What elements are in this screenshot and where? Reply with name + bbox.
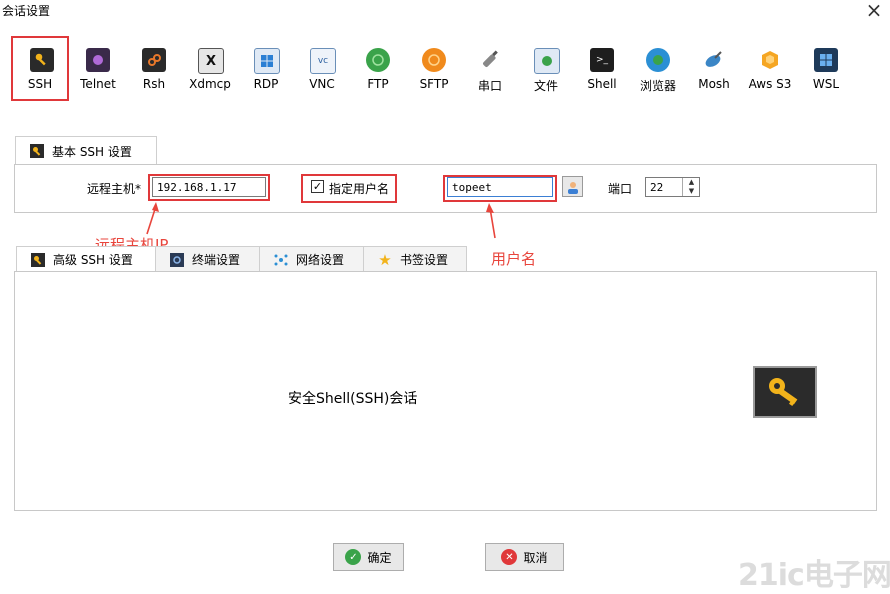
key-icon: [30, 48, 54, 72]
star-icon: ★: [378, 250, 392, 269]
username-input[interactable]: [447, 177, 553, 197]
tab-label: 书签设置: [400, 253, 449, 267]
sftp-icon: [422, 48, 446, 72]
telnet-icon: [86, 48, 110, 72]
session-type-label: VNC: [309, 77, 335, 91]
terminal-icon: >_: [590, 48, 614, 72]
session-type-telnet[interactable]: Telnet: [70, 40, 126, 100]
session-type-label: WSL: [812, 77, 840, 91]
session-type-label: RDP: [253, 77, 279, 91]
port-spinner[interactable]: ▲ ▼: [682, 178, 700, 196]
satellite-icon: [702, 48, 726, 72]
user-icon: [567, 181, 578, 194]
aws-icon: [758, 48, 782, 72]
large-key-icon: [753, 366, 817, 418]
check-icon: ✓: [345, 549, 362, 565]
rsh-icon: [142, 48, 166, 72]
session-type-label: Rsh: [142, 77, 166, 91]
session-type-label: FTP: [367, 77, 389, 91]
tab-label: 终端设置: [192, 253, 241, 267]
session-type-wsl[interactable]: WSL: [798, 40, 854, 100]
key-icon: [31, 252, 45, 267]
session-type-serial[interactable]: 串口: [462, 40, 518, 100]
browser-icon: [646, 48, 670, 72]
tab-bookmark-settings[interactable]: ★ 书签设置: [363, 246, 467, 272]
network-icon: [274, 253, 288, 267]
session-type-label: Mosh: [698, 77, 730, 91]
vnc-icon: vc: [310, 48, 336, 74]
session-type-label: 文件: [533, 79, 558, 93]
session-type-rsh[interactable]: Rsh: [126, 40, 182, 100]
port-label: 端口: [608, 182, 633, 196]
tab-label: 高级 SSH 设置: [53, 253, 133, 267]
terminal-settings-icon: [170, 252, 184, 267]
key-icon: [30, 144, 44, 158]
tab-label: 基本 SSH 设置: [52, 144, 132, 159]
globe-icon: [366, 48, 390, 72]
session-type-rdp[interactable]: RDP: [238, 40, 294, 100]
specify-username-label: 指定用户名: [329, 182, 390, 196]
arrow-icon: [146, 202, 159, 235]
tab-network-settings[interactable]: 网络设置: [259, 246, 364, 272]
tab-label: 网络设置: [296, 253, 345, 267]
x-display-icon: X: [198, 48, 224, 74]
remote-host-label: 远程主机*: [87, 182, 142, 196]
specify-username-checkbox[interactable]: ✓: [311, 180, 324, 193]
session-type-label: SSH: [27, 77, 53, 91]
window-title: 会话设置: [2, 4, 51, 18]
session-type-mosh[interactable]: Mosh: [686, 40, 742, 100]
tab-basic-ssh-settings[interactable]: 基本 SSH 设置: [15, 136, 157, 165]
tab-terminal-settings[interactable]: 终端设置: [155, 246, 260, 272]
session-type-label: Shell: [587, 77, 617, 91]
session-type-label: 串口: [477, 79, 502, 93]
tab-advanced-ssh-settings[interactable]: 高级 SSH 设置: [16, 246, 156, 272]
cancel-button[interactable]: ✕ 取消: [485, 543, 564, 571]
session-type-label: Aws S3: [748, 77, 792, 91]
session-type-file[interactable]: 文件: [518, 40, 574, 100]
session-type-aws-s3[interactable]: Aws S3: [742, 40, 798, 100]
session-type-label: Telnet: [80, 77, 116, 91]
session-type-label: Xdmcp: [189, 77, 231, 91]
advanced-settings-panel: [14, 271, 877, 511]
remote-host-input[interactable]: [152, 177, 266, 197]
windows-icon: [814, 48, 838, 72]
session-description: 安全Shell(SSH)会话: [288, 391, 418, 407]
session-type-shell[interactable]: >_ Shell: [574, 40, 630, 100]
session-type-label: SFTP: [419, 77, 449, 91]
session-type-ssh[interactable]: SSH: [11, 36, 69, 101]
annotation-username: 用户名: [491, 250, 537, 268]
session-type-sftp[interactable]: SFTP: [406, 40, 462, 100]
file-icon: [534, 48, 560, 74]
session-type-vnc[interactable]: vc VNC: [294, 40, 350, 100]
serial-plug-icon: [478, 48, 502, 72]
arrow-icon: [486, 203, 496, 239]
session-type-browser[interactable]: 浏览器: [630, 40, 686, 100]
watermark: 21ic电子网: [738, 558, 890, 593]
cancel-icon: ✕: [501, 549, 518, 565]
session-type-label: 浏览器: [639, 79, 676, 93]
button-label: 取消: [523, 550, 548, 565]
close-button[interactable]: ×: [862, 0, 886, 22]
button-label: 确定: [367, 550, 392, 565]
session-type-ftp[interactable]: FTP: [350, 40, 406, 100]
user-picker-button[interactable]: [562, 176, 583, 197]
windows-icon: [254, 48, 280, 74]
ok-button[interactable]: ✓ 确定: [333, 543, 404, 571]
session-type-xdmcp[interactable]: X Xdmcp: [182, 40, 238, 100]
